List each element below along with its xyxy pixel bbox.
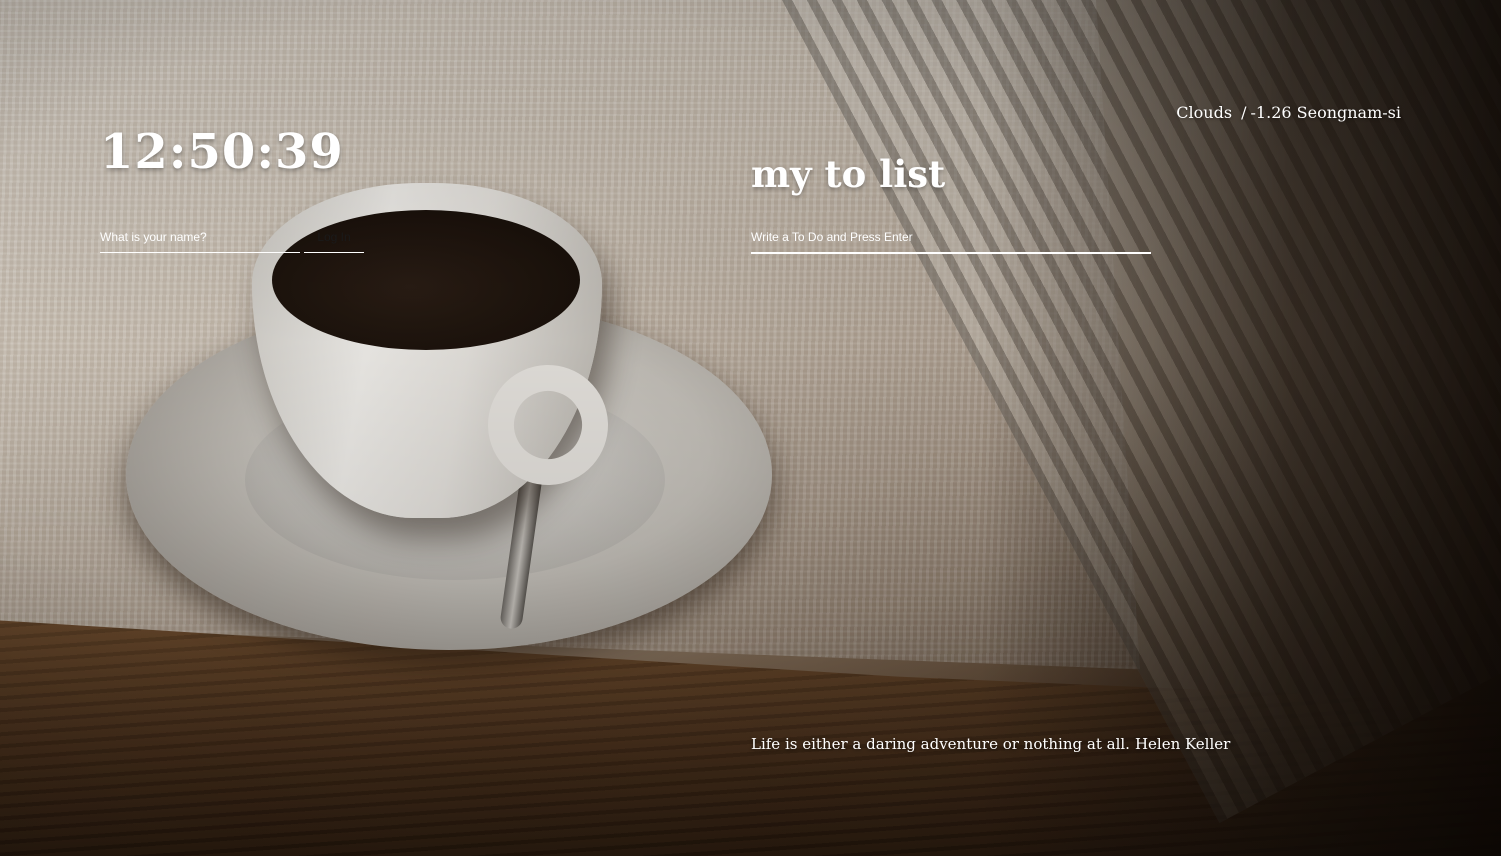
todo-input[interactable] <box>751 222 1151 254</box>
login-form: Log In <box>100 222 364 253</box>
weather-condition: Clouds <box>1176 103 1233 122</box>
momentum-app: 12:50:39 Log In my to list Clouds /-1.26… <box>0 0 1501 856</box>
weather-city: Seongnam-si <box>1296 103 1401 122</box>
weather-widget: Clouds / -1.26 Seongnam-si <box>1176 103 1401 122</box>
quote: Life is either a daring adventure or not… <box>751 735 1230 753</box>
login-button[interactable]: Log In <box>304 222 364 253</box>
weather-temperature: -1.26 <box>1250 103 1292 122</box>
quote-text: Life is either a daring adventure or not… <box>751 735 1130 753</box>
name-input[interactable] <box>100 222 300 253</box>
quote-author: Helen Keller <box>1134 735 1231 753</box>
clock: 12:50:39 <box>100 124 344 180</box>
todo-title: my to list <box>751 152 946 196</box>
weather-separator: / <box>1241 103 1247 122</box>
